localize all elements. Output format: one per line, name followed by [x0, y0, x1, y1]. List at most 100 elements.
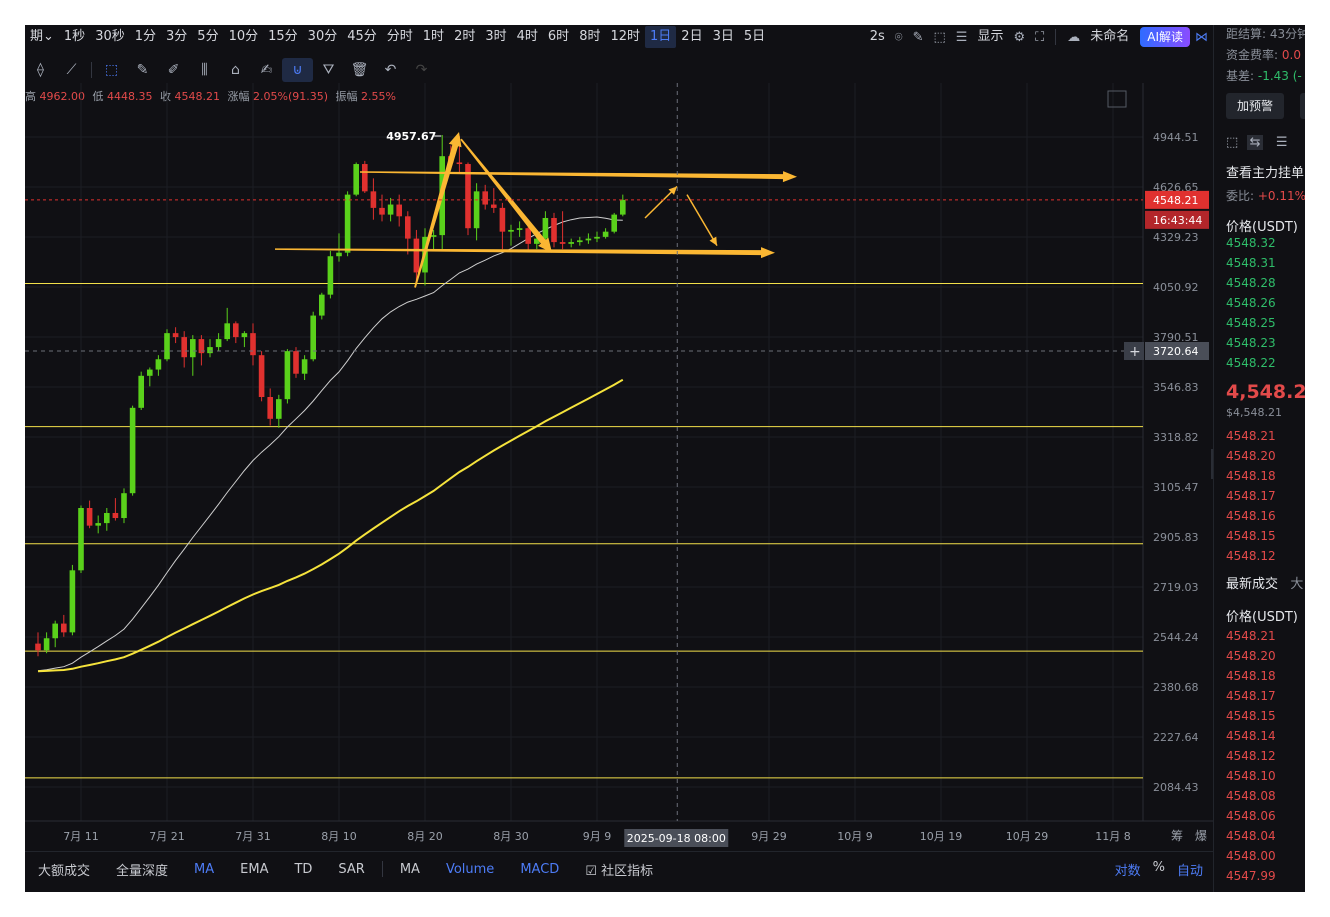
- timeframe-3[interactable]: 1分: [130, 26, 161, 48]
- trades-row[interactable]: 4548.17: [1226, 689, 1276, 703]
- pencil-icon[interactable]: ✐: [158, 58, 189, 82]
- timeframe-8[interactable]: 30分: [303, 26, 343, 48]
- timeframe-2[interactable]: 30秒: [90, 26, 130, 48]
- filter-icon[interactable]: ⛛: [313, 58, 344, 82]
- select-tool-icon[interactable]: ⬚: [96, 58, 127, 82]
- timeframe-7[interactable]: 15分: [263, 26, 303, 48]
- candle[interactable]: [344, 191, 351, 257]
- refresh-interval[interactable]: 2s: [865, 26, 890, 48]
- trades-row[interactable]: 4548.20: [1226, 649, 1276, 663]
- timeframe-0[interactable]: 期⌄: [25, 26, 59, 48]
- scale-option-2[interactable]: 自动: [1177, 860, 1203, 879]
- bids-row[interactable]: 4548.17: [1226, 489, 1276, 503]
- fullscreen-icon[interactable]: ⛶: [1030, 30, 1049, 45]
- timeframe-11[interactable]: 1时: [418, 26, 449, 48]
- overlay-3[interactable]: EMA: [227, 862, 281, 877]
- orderbook-title[interactable]: 查看主力挂单: [1226, 162, 1304, 181]
- expand-icon[interactable]: ⬚: [929, 30, 951, 45]
- candle[interactable]: [491, 188, 497, 213]
- camera-icon[interactable]: ⌾: [890, 30, 908, 45]
- candle[interactable]: [276, 394, 282, 428]
- asks-row[interactable]: 4548.23: [1226, 336, 1276, 350]
- indicator-1[interactable]: Volume: [433, 862, 507, 877]
- asks-row[interactable]: 4548.28: [1226, 276, 1276, 290]
- trades-row[interactable]: 4548.14: [1226, 729, 1276, 743]
- undo-icon[interactable]: ↶: [375, 58, 406, 82]
- timeframe-5[interactable]: 5分: [192, 26, 223, 48]
- candle[interactable]: [559, 211, 566, 250]
- indicator-3[interactable]: ☑ 社区指标: [572, 860, 666, 879]
- candle[interactable]: [568, 238, 574, 248]
- overlay-1[interactable]: 全量深度: [103, 860, 181, 879]
- axis-tool-0[interactable]: 筹: [1171, 829, 1183, 843]
- redo-icon[interactable]: ↷: [406, 58, 437, 82]
- resistance-arrow[interactable]: [360, 171, 797, 183]
- candle[interactable]: [172, 327, 179, 344]
- asks-row[interactable]: 4548.25: [1226, 316, 1276, 330]
- candle[interactable]: [95, 515, 101, 534]
- line-tool-icon[interactable]: ⟋: [56, 58, 87, 82]
- indicator-0[interactable]: MA: [387, 862, 433, 877]
- price-chart[interactable]: 4957.67 4944.514626.654329.234050.923790.…: [25, 83, 1213, 851]
- time-axis[interactable]: 7月 11 7月 21 7月 31 8月 10 8月 20 8月 30 9月 9 9月 29 1…: [63, 829, 1207, 847]
- trades-row[interactable]: 4548.04: [1226, 829, 1276, 843]
- timeframe-15[interactable]: 6时: [543, 26, 574, 48]
- trash-icon[interactable]: 🗑: [344, 58, 375, 82]
- overlay-5[interactable]: SAR: [325, 862, 377, 877]
- timeframe-13[interactable]: 3时: [480, 26, 511, 48]
- asks-row[interactable]: 4548.31: [1226, 256, 1276, 270]
- bids-row[interactable]: 4548.15: [1226, 529, 1276, 543]
- magnet-icon[interactable]: ⊍: [282, 58, 313, 82]
- list-icon[interactable]: ☰: [951, 30, 973, 45]
- forecast-down-arrow[interactable]: [686, 194, 718, 246]
- bids-row[interactable]: 4548.12: [1226, 549, 1276, 563]
- timeframe-6[interactable]: 10分: [224, 26, 264, 48]
- timeframe-4[interactable]: 3分: [161, 26, 192, 48]
- candle[interactable]: [284, 349, 291, 404]
- timeframe-19[interactable]: 2日: [676, 26, 707, 48]
- candle[interactable]: [482, 184, 488, 210]
- candle[interactable]: [52, 620, 58, 648]
- trades-row[interactable]: 4548.10: [1226, 769, 1276, 783]
- chart-corner-button[interactable]: [1107, 90, 1127, 108]
- trades-row[interactable]: 4548.06: [1226, 809, 1276, 823]
- price-axis[interactable]: 4944.514626.654329.234050.923790.513546.…: [1124, 131, 1209, 794]
- candle[interactable]: [594, 231, 600, 243]
- bids-row[interactable]: 4548.20: [1226, 449, 1276, 463]
- candle[interactable]: [405, 211, 411, 255]
- bids-row[interactable]: 4548.16: [1226, 509, 1276, 523]
- bids-row[interactable]: 4548.18: [1226, 469, 1276, 483]
- timeframe-14[interactable]: 4时: [512, 26, 543, 48]
- candle[interactable]: [319, 292, 325, 320]
- candle[interactable]: [35, 632, 41, 657]
- candle[interactable]: [224, 307, 230, 342]
- candle[interactable]: [577, 236, 583, 246]
- share-icon[interactable]: ⋈: [1190, 30, 1213, 45]
- axis-tool-1[interactable]: 爆: [1195, 829, 1207, 843]
- edit-icon[interactable]: ✎: [908, 30, 929, 45]
- timeframe-17[interactable]: 12时: [605, 26, 645, 48]
- overlay-4[interactable]: TD: [281, 862, 325, 877]
- candle[interactable]: [499, 202, 506, 250]
- trades-row[interactable]: 4548.15: [1226, 709, 1276, 723]
- candle[interactable]: [86, 500, 93, 529]
- trades-tab-large[interactable]: 大: [1290, 577, 1303, 592]
- candle[interactable]: [61, 614, 67, 637]
- candle[interactable]: [78, 505, 84, 574]
- settings-icon[interactable]: ⚙: [1008, 30, 1030, 45]
- add-alert-button[interactable]: 加预警: [1226, 93, 1284, 119]
- lock-icon[interactable]: ⌂: [220, 58, 251, 82]
- timeframe-12[interactable]: 2时: [449, 26, 480, 48]
- note-icon[interactable]: ✍: [251, 58, 282, 82]
- candle[interactable]: [516, 221, 523, 237]
- timeframe-9[interactable]: 45分: [342, 26, 382, 48]
- candle[interactable]: [293, 347, 299, 378]
- candle[interactable]: [250, 323, 256, 366]
- asks-row[interactable]: 4548.26: [1226, 296, 1276, 310]
- candle[interactable]: [104, 508, 110, 531]
- candle[interactable]: [327, 250, 334, 299]
- candle[interactable]: [190, 335, 196, 376]
- candle[interactable]: [620, 194, 626, 217]
- candle[interactable]: [129, 405, 136, 496]
- candle[interactable]: [551, 212, 557, 248]
